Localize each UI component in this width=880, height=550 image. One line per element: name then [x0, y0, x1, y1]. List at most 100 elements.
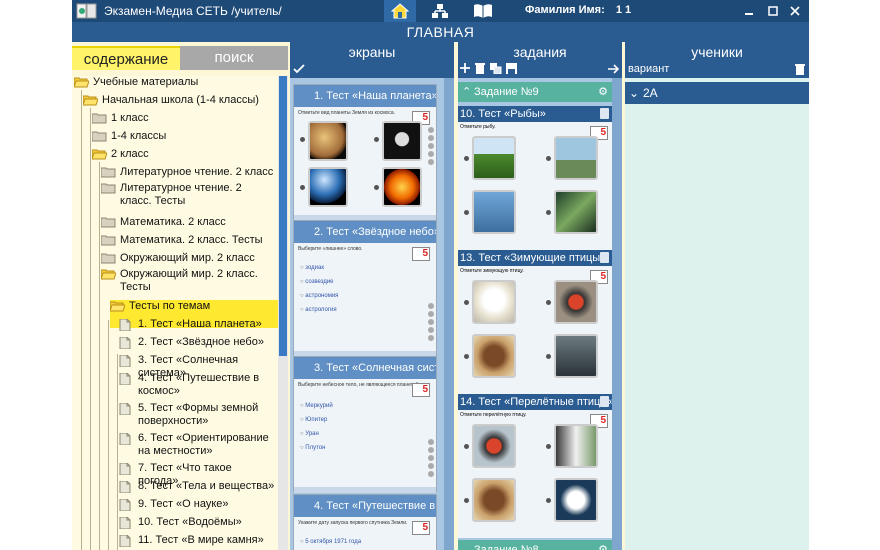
animal-image[interactable]	[554, 190, 598, 234]
minimize-button[interactable]	[740, 2, 758, 20]
folder-open-icon	[109, 301, 126, 312]
chevron-down-icon: ⌄	[462, 544, 472, 550]
task-group-header[interactable]: ⌄ Задание №8 ⚙	[458, 540, 612, 550]
screen-title: 2. Тест «Звёздное небо»	[294, 221, 436, 243]
animal-image[interactable]	[472, 136, 516, 180]
bird-image[interactable]	[472, 334, 516, 378]
planet-image[interactable]	[308, 121, 348, 161]
add-icon[interactable]	[460, 63, 470, 73]
bird-image[interactable]	[554, 424, 598, 468]
copy-icon[interactable]	[490, 63, 502, 74]
planet-image[interactable]	[382, 121, 422, 161]
answer-option[interactable]: 5 октября 1971 года	[300, 539, 361, 545]
tasks-scrollbar[interactable]	[612, 78, 622, 550]
tree-item-label: 1. Тест «Наша планета»	[138, 318, 262, 330]
document-icon	[119, 336, 134, 350]
arrow-right-icon[interactable]	[608, 64, 620, 74]
screen-card[interactable]: 4. Тест «Путешествие в космос» Укажите д…	[293, 494, 437, 550]
answer-option[interactable]: астрология	[300, 307, 336, 313]
app-logo-icon	[76, 3, 97, 19]
close-button[interactable]	[786, 2, 804, 20]
tree-item[interactable]: 5. Тест «Формы земной поверхности»	[119, 402, 278, 430]
folder-open-icon	[82, 95, 99, 106]
answer-option[interactable]: зодиак	[300, 265, 324, 271]
library-button[interactable]	[467, 0, 499, 22]
home-button[interactable]	[384, 0, 416, 22]
answer-option[interactable]: Меркурий	[300, 403, 332, 409]
planet-image[interactable]	[308, 167, 348, 207]
animal-image[interactable]	[554, 136, 598, 180]
answer-option[interactable]: астрономия	[300, 293, 338, 299]
bird-image[interactable]	[554, 478, 598, 522]
trash-icon[interactable]	[600, 108, 609, 119]
tree-item[interactable]: 11. Тест «В мире камня»	[119, 534, 278, 550]
trash-icon[interactable]	[600, 252, 609, 263]
save-icon[interactable]	[506, 62, 517, 74]
folder-icon	[100, 235, 116, 246]
tree-item-label: Литературное чтение. 2 класс. Тесты	[120, 182, 242, 207]
screens-scrollbar[interactable]	[444, 78, 454, 550]
document-icon	[119, 480, 134, 494]
folder-icon	[91, 131, 107, 142]
tree-scrollbar[interactable]	[278, 76, 288, 550]
tree-item-label: 10. Тест «Водоёмы»	[138, 516, 242, 528]
bird-image[interactable]	[472, 424, 516, 468]
tree-item-label: 2 класс	[111, 148, 149, 160]
class-label: 2А	[643, 86, 658, 100]
screens-header: экраны	[290, 42, 454, 78]
screen-question: Укажите дату запуска первого спутника Зе…	[298, 520, 408, 526]
tab-content[interactable]: содержание	[72, 46, 180, 70]
answer-option[interactable]: созвездие	[300, 279, 333, 285]
class-row[interactable]: ⌄ 2А	[625, 82, 809, 104]
app-title: Экзамен-Медиа СЕТЬ /учитель/	[104, 4, 282, 18]
document-icon	[119, 534, 134, 548]
task-card[interactable]: 13. Тест «Зимующие птицы» Отметьте зимую…	[458, 250, 612, 394]
screen-card[interactable]: 2. Тест «Звёздное небо» Выберите «лишнее…	[293, 220, 437, 357]
tree-item-label: 6. Тест «Ориентирование на местности»	[138, 432, 269, 457]
screen-title: 3. Тест «Солнечная система»	[294, 357, 436, 379]
chevron-down-icon: ⌄	[629, 86, 640, 100]
trash-icon[interactable]	[475, 63, 485, 74]
bird-image[interactable]	[554, 280, 598, 324]
answer-option[interactable]: Плутон	[300, 445, 325, 451]
structure-button[interactable]	[424, 0, 456, 22]
tree-item-label: Окружающий мир. 2 класс	[120, 252, 255, 264]
animal-image[interactable]	[472, 190, 516, 234]
answer-option[interactable]: Уран	[300, 431, 319, 437]
folder-icon	[91, 113, 107, 124]
trash-icon[interactable]	[600, 396, 609, 407]
folder-open-icon	[73, 77, 90, 88]
tasks-header: задания	[458, 42, 622, 78]
tree-item-label: 1-4 классы	[111, 130, 167, 142]
task-question: Отметьте зимующую птицу.	[460, 268, 524, 274]
document-icon	[119, 516, 134, 530]
planet-image[interactable]	[382, 167, 422, 207]
tree-item[interactable]: Окружающий мир. 2 класс. Тесты	[100, 268, 278, 296]
screen-card[interactable]: 1. Тест «Наша планета» Отметьте вид план…	[293, 84, 437, 221]
app-window: Экзамен-Медиа СЕТЬ /учитель/ Фамилия Имя…	[72, 0, 809, 550]
tasks-list: ⌃ Задание №9 ⚙ 10. Тест «Рыбы» Отметьте …	[458, 78, 612, 550]
maximize-button[interactable]	[764, 2, 782, 20]
bird-image[interactable]	[472, 478, 516, 522]
tree-item[interactable]: 4. Тест «Путешествие в космос»	[119, 372, 278, 400]
task-question: Отметьте рыбу.	[460, 124, 496, 130]
folder-icon	[100, 167, 116, 178]
answer-option[interactable]: Юпитер	[300, 417, 327, 423]
tree-item[interactable]: 6. Тест «Ориентирование на местности»	[119, 432, 278, 460]
students-header: ученики вариант	[625, 42, 809, 78]
bird-image[interactable]	[554, 334, 598, 378]
tree-item[interactable]: Литературное чтение. 2 класс. Тесты	[100, 182, 278, 210]
task-card[interactable]: 14. Тест «Перелётные птицы» Отметьте пер…	[458, 394, 612, 538]
trash-icon[interactable]	[795, 64, 805, 75]
check-icon[interactable]	[293, 64, 305, 74]
folder-icon	[100, 183, 116, 194]
gear-icon[interactable]: ⚙	[598, 540, 608, 550]
document-icon	[119, 372, 134, 386]
screen-card[interactable]: 3. Тест «Солнечная система» Выберите неб…	[293, 356, 437, 493]
bird-image[interactable]	[472, 280, 516, 324]
task-card[interactable]: 10. Тест «Рыбы» Отметьте рыбу. 5	[458, 106, 612, 250]
gear-icon[interactable]: ⚙	[598, 82, 608, 102]
page-title: ГЛАВНАЯ	[72, 22, 809, 42]
task-group-header[interactable]: ⌃ Задание №9 ⚙	[458, 82, 612, 102]
tab-search[interactable]: поиск	[180, 46, 288, 70]
